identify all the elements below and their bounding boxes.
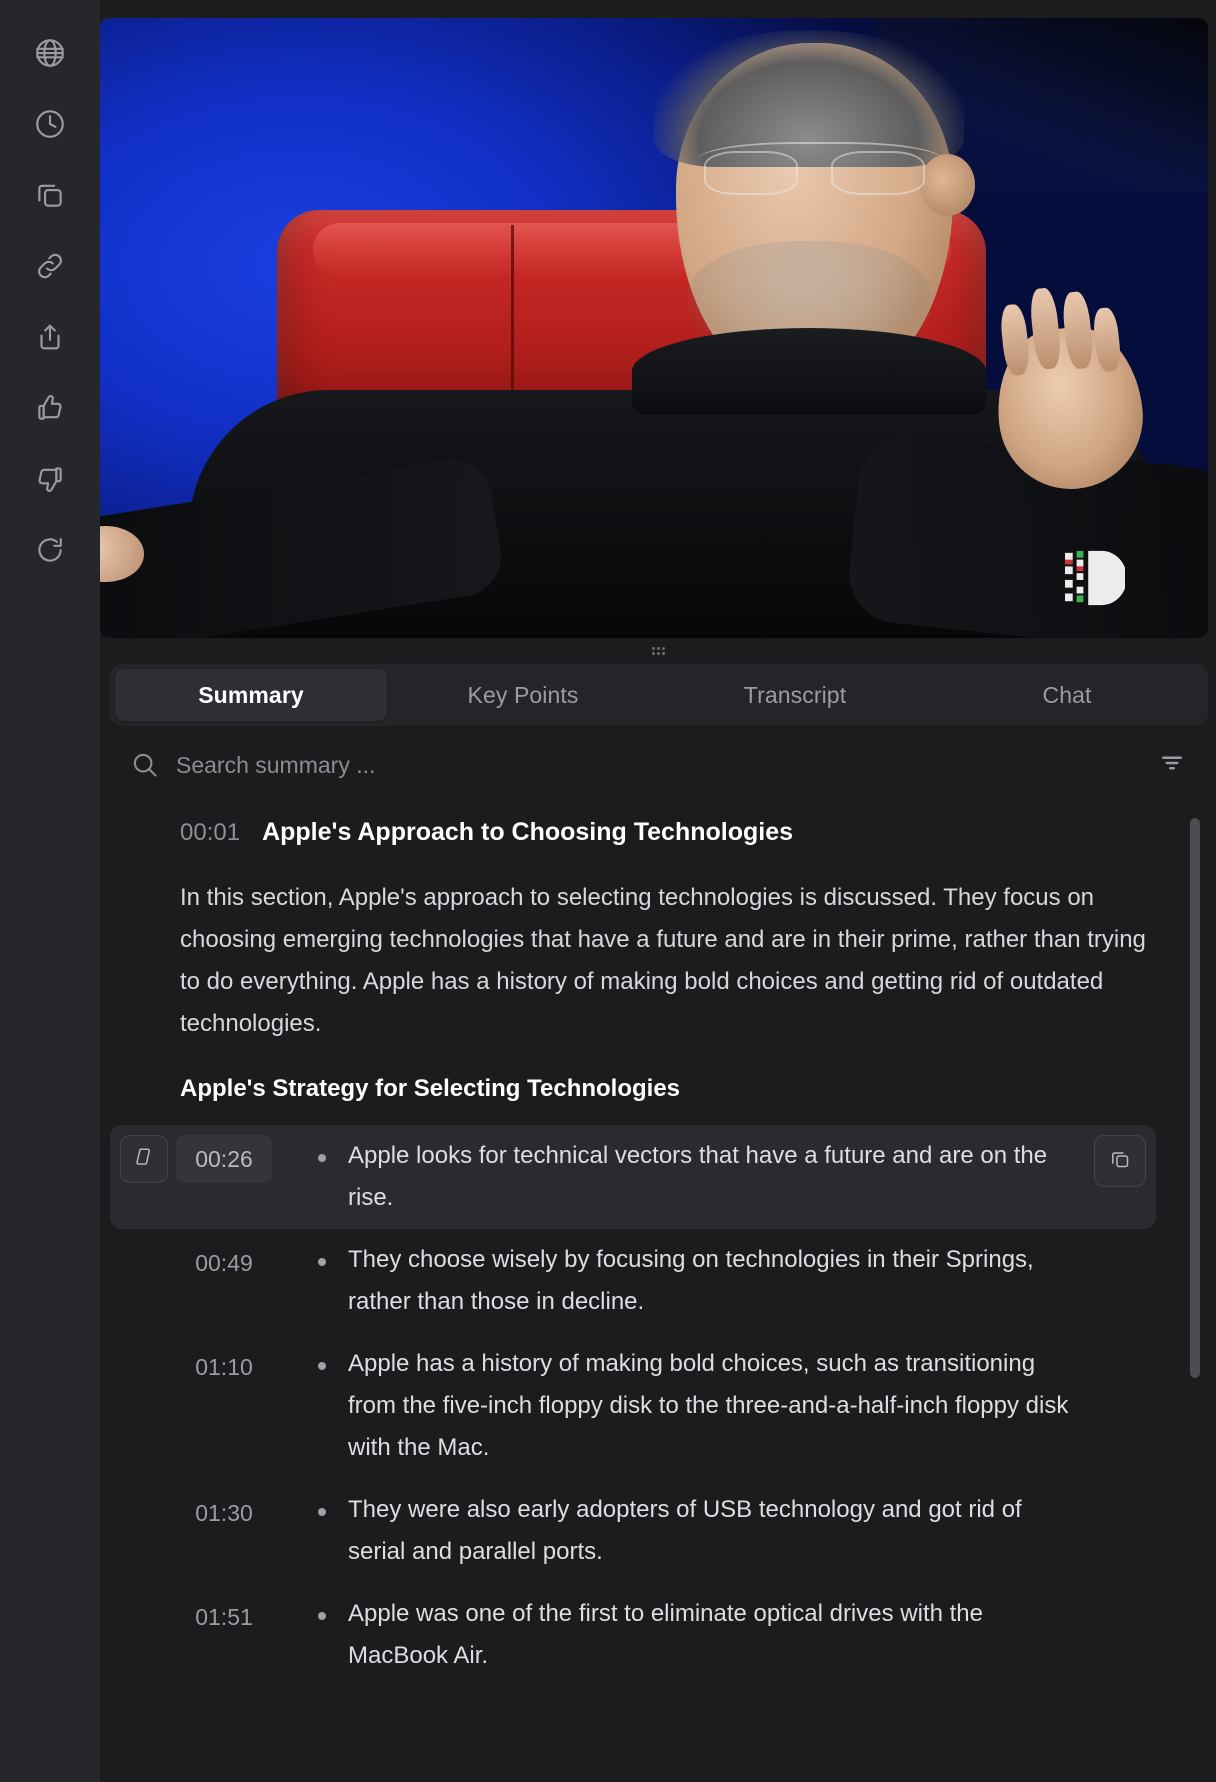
copy-bullet-button[interactable] xyxy=(1094,1135,1146,1187)
filter-button[interactable] xyxy=(1150,743,1194,787)
bullet-dot-icon xyxy=(318,1154,326,1162)
clock-icon-button[interactable] xyxy=(19,93,81,155)
glasses-left-lens xyxy=(703,151,799,195)
subsection-title: Apple's Strategy for Selecting Technolog… xyxy=(180,1075,681,1102)
video-player[interactable] xyxy=(100,18,1208,638)
tool-rail xyxy=(0,0,100,1782)
conference-watermark-logo xyxy=(1064,550,1125,606)
note-tag-button[interactable] xyxy=(120,1135,168,1183)
share-icon-button[interactable] xyxy=(19,306,81,368)
bullet-dot-icon xyxy=(318,1258,326,1266)
row-left-controls: 00:26 xyxy=(110,1135,310,1183)
tab-summary[interactable]: Summary xyxy=(115,669,387,721)
tag-icon xyxy=(133,1146,155,1173)
link-icon-button[interactable] xyxy=(19,235,81,297)
refresh-icon xyxy=(33,533,67,567)
bullet-text: Apple has a history of making bold choic… xyxy=(348,1350,1069,1461)
row-left-controls: 01:30 xyxy=(110,1489,310,1537)
bullet-timestamp[interactable]: 00:49 xyxy=(176,1239,272,1287)
grip-dots-icon xyxy=(651,647,665,655)
list-item[interactable]: 00:26 Apple looks for technical vectors … xyxy=(110,1125,1156,1229)
bullet-dot-icon xyxy=(318,1362,326,1370)
filter-icon xyxy=(1158,749,1186,782)
list-item[interactable]: 01:10 Apple has a history of making bold… xyxy=(110,1333,1156,1479)
list-item[interactable]: 00:49 They choose wisely by focusing on … xyxy=(110,1229,1156,1333)
link-icon xyxy=(33,249,67,283)
copy-icon-button[interactable] xyxy=(19,164,81,226)
section-timestamp[interactable]: 00:01 xyxy=(180,819,240,847)
bullet-dot-icon xyxy=(318,1508,326,1516)
share-icon xyxy=(33,320,67,354)
copy-icon xyxy=(33,178,67,212)
row-left-controls: 00:49 xyxy=(110,1239,310,1287)
bullet-timestamp[interactable]: 01:30 xyxy=(176,1489,272,1537)
tab-chat[interactable]: Chat xyxy=(931,669,1203,721)
panel-resize-handle[interactable] xyxy=(100,638,1216,664)
bullet-text: They choose wisely by focusing on techno… xyxy=(348,1246,1034,1315)
tab-transcript[interactable]: Transcript xyxy=(659,669,931,721)
summary-content: 00:01 Apple's Approach to Choosing Techn… xyxy=(100,804,1216,1707)
refresh-icon-button[interactable] xyxy=(19,519,81,581)
scrollbar-thumb[interactable] xyxy=(1190,818,1200,1378)
speaker-turtleneck xyxy=(631,328,987,415)
row-left-controls: 01:10 xyxy=(110,1343,310,1391)
clock-icon xyxy=(33,107,67,141)
copy-icon xyxy=(1108,1147,1132,1176)
search-icon xyxy=(130,750,160,780)
bullet-timestamp[interactable]: 01:10 xyxy=(176,1343,272,1391)
globe-icon xyxy=(33,36,67,70)
video-container xyxy=(100,18,1208,638)
section-paragraph: In this section, Apple's approach to sel… xyxy=(180,884,1146,1037)
row-left-controls: 01:51 xyxy=(110,1593,310,1641)
app-root: Summary Key Points Transcript Chat Searc… xyxy=(0,0,1216,1782)
main-panel: Summary Key Points Transcript Chat Searc… xyxy=(100,0,1216,1782)
tab-bar: Summary Key Points Transcript Chat xyxy=(110,664,1208,726)
bullet-dot-icon xyxy=(318,1612,326,1620)
bullet-text: Apple was one of the first to eliminate … xyxy=(348,1600,983,1669)
section-header: 00:01 Apple's Approach to Choosing Techn… xyxy=(110,818,1156,847)
glasses-right-lens xyxy=(831,151,926,195)
bullet-text: They were also early adopters of USB tec… xyxy=(348,1496,1022,1565)
list-item[interactable]: 01:51 Apple was one of the first to elim… xyxy=(110,1583,1156,1687)
thumbs-down-icon xyxy=(33,462,67,496)
summary-scroll-area[interactable]: 00:01 Apple's Approach to Choosing Techn… xyxy=(100,804,1216,1782)
globe-icon-button[interactable] xyxy=(19,22,81,84)
bullet-timestamp[interactable]: 01:51 xyxy=(176,1593,272,1641)
tab-key-points[interactable]: Key Points xyxy=(387,669,659,721)
thumbs-up-icon xyxy=(33,391,67,425)
search-input[interactable] xyxy=(176,751,1134,779)
scrollbar-track[interactable] xyxy=(1190,812,1200,1774)
thumbs-up-icon-button[interactable] xyxy=(19,377,81,439)
list-item[interactable]: 01:30 They were also early adopters of U… xyxy=(110,1479,1156,1583)
section-title: Apple's Approach to Choosing Technologie… xyxy=(262,818,794,846)
thumbs-down-icon-button[interactable] xyxy=(19,448,81,510)
search-bar xyxy=(100,726,1216,804)
bullet-text: Apple looks for technical vectors that h… xyxy=(348,1142,1048,1211)
bullet-timestamp[interactable]: 00:26 xyxy=(176,1135,272,1183)
